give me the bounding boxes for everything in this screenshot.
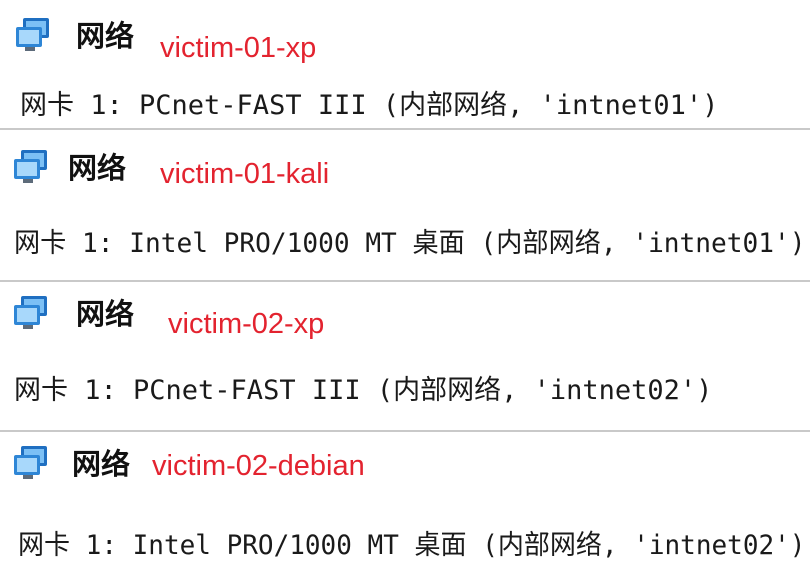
network-section-2: 网络 victim-01-kali 网卡 1: Intel PRO/1000 M… bbox=[0, 130, 810, 280]
vm-name-label: victim-01-kali bbox=[160, 158, 330, 190]
network-monitor-icon bbox=[14, 150, 47, 183]
section-title: 网络 bbox=[68, 151, 127, 185]
adapter-info: 网卡 1: PCnet-FAST III (内部网络, 'intnet02') bbox=[14, 375, 713, 406]
vm-name-label: victim-01-xp bbox=[160, 32, 317, 64]
section-title: 网络 bbox=[76, 297, 135, 331]
section-title: 网络 bbox=[72, 447, 131, 481]
adapter-info: 网卡 1: PCnet-FAST III (内部网络, 'intnet01') bbox=[20, 90, 719, 121]
network-section-4: 网络 victim-02-debian 网卡 1: Intel PRO/1000… bbox=[0, 432, 810, 580]
network-section-3: 网络 victim-02-xp 网卡 1: PCnet-FAST III (内部… bbox=[0, 282, 810, 430]
network-monitor-icon bbox=[14, 296, 47, 329]
vm-name-label: victim-02-xp bbox=[168, 308, 325, 340]
network-section-1: 网络 victim-01-xp 网卡 1: PCnet-FAST III (内部… bbox=[0, 0, 810, 128]
network-monitor-icon bbox=[16, 18, 49, 51]
adapter-info: 网卡 1: Intel PRO/1000 MT 桌面 (内部网络, 'intne… bbox=[18, 530, 806, 561]
vm-name-label: victim-02-debian bbox=[152, 450, 365, 482]
section-title: 网络 bbox=[76, 19, 135, 53]
adapter-info: 网卡 1: Intel PRO/1000 MT 桌面 (内部网络, 'intne… bbox=[14, 228, 806, 259]
network-monitor-icon bbox=[14, 446, 47, 479]
